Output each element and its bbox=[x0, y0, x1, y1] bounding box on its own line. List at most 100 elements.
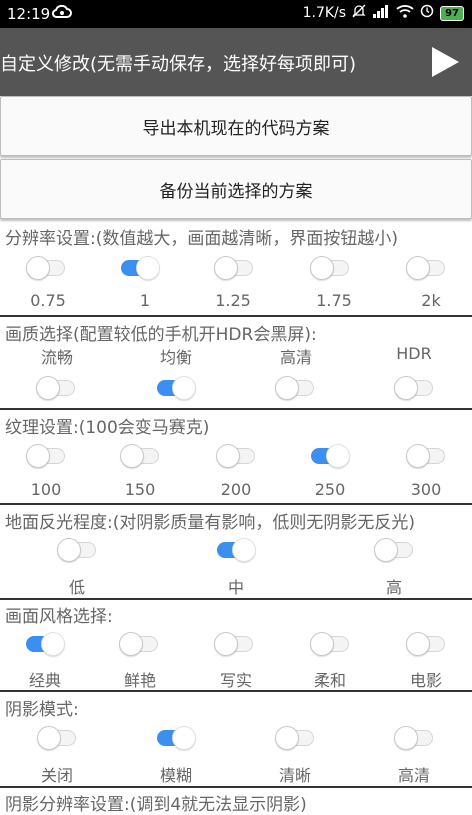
switch-knob bbox=[275, 726, 299, 750]
toggle-switch[interactable] bbox=[57, 538, 97, 562]
switch-knob bbox=[119, 632, 143, 656]
option-label: 100 bbox=[30, 480, 62, 499]
toggle-switch[interactable] bbox=[374, 538, 414, 562]
toggle-switch[interactable] bbox=[156, 726, 196, 750]
option-label: 300 bbox=[410, 480, 442, 499]
option-label: 鲜艳 bbox=[123, 671, 157, 690]
section-heading: 阴影模式: bbox=[5, 700, 79, 720]
status-bar: 12:19 1.7K/s 97 bbox=[0, 0, 472, 28]
section-divider bbox=[0, 503, 472, 505]
toggle-switch[interactable] bbox=[216, 444, 256, 468]
option-label: 200 bbox=[220, 480, 252, 499]
switch-knob bbox=[326, 444, 350, 468]
toggle-switch[interactable] bbox=[25, 632, 65, 656]
section-divider bbox=[0, 315, 472, 317]
battery-indicator: 97 bbox=[440, 5, 464, 21]
switch-knob bbox=[172, 376, 196, 400]
option-label: 中 bbox=[227, 578, 245, 597]
switch-knob bbox=[120, 444, 144, 468]
switch-knob bbox=[37, 726, 61, 750]
option-label: 低 bbox=[68, 578, 86, 597]
section-divider bbox=[0, 786, 472, 788]
section-divider bbox=[0, 598, 472, 600]
section-heading: 阴影分辨率设置:(调到4就无法显示阴影) bbox=[5, 795, 307, 815]
section-heading: 分辨率设置:(数值越大，画面越清晰，界面按钮越小) bbox=[5, 229, 398, 249]
toggle-switch[interactable] bbox=[310, 256, 350, 280]
cloud-icon bbox=[52, 4, 72, 24]
toggle-switch[interactable] bbox=[275, 376, 315, 400]
switch-knob bbox=[26, 256, 50, 280]
switch-knob bbox=[57, 538, 81, 562]
option-label: 流畅 bbox=[40, 348, 74, 367]
toggle-switch[interactable] bbox=[310, 632, 350, 656]
option-label: 柔和 bbox=[313, 671, 347, 690]
option-label: 经典 bbox=[28, 671, 62, 690]
section-divider bbox=[0, 690, 472, 692]
switch-knob bbox=[406, 632, 430, 656]
toggle-switch[interactable] bbox=[394, 726, 434, 750]
switch-knob bbox=[26, 444, 50, 468]
switch-knob bbox=[406, 444, 430, 468]
backup-plan-button[interactable]: 备份当前选择的方案 bbox=[0, 159, 472, 219]
switch-knob bbox=[275, 376, 299, 400]
option-label: 电影 bbox=[409, 671, 443, 690]
title-bar: 自定义修改(无需手动保存，选择好每项即可) bbox=[0, 28, 472, 96]
toggle-switch[interactable] bbox=[214, 256, 254, 280]
option-label: 关闭 bbox=[40, 766, 74, 785]
wifi-icon bbox=[396, 4, 414, 22]
option-label: 2k bbox=[421, 291, 441, 310]
toggle-switch[interactable] bbox=[310, 444, 350, 468]
toggle-switch[interactable] bbox=[216, 538, 256, 562]
toggle-switch[interactable] bbox=[275, 726, 315, 750]
switch-knob bbox=[394, 376, 418, 400]
switch-knob bbox=[406, 256, 430, 280]
toggle-switch[interactable] bbox=[394, 376, 434, 400]
toggle-switch[interactable] bbox=[214, 632, 254, 656]
option-label: 250 bbox=[314, 480, 346, 499]
switch-knob bbox=[374, 538, 398, 562]
toggle-switch[interactable] bbox=[406, 632, 446, 656]
switch-knob bbox=[394, 726, 418, 750]
option-label: 清晰 bbox=[278, 766, 312, 785]
toggle-switch[interactable] bbox=[37, 726, 77, 750]
play-icon[interactable] bbox=[428, 45, 462, 79]
switch-knob bbox=[172, 726, 196, 750]
mute-icon bbox=[352, 4, 366, 22]
option-label: 0.75 bbox=[30, 291, 66, 310]
network-speed: 1.7K/s bbox=[302, 5, 347, 21]
toggle-switch[interactable] bbox=[406, 444, 446, 468]
toggle-switch[interactable] bbox=[120, 444, 160, 468]
switch-knob bbox=[136, 256, 160, 280]
toggle-switch[interactable] bbox=[156, 376, 196, 400]
signal-icon bbox=[372, 4, 390, 22]
switch-knob bbox=[216, 444, 240, 468]
export-code-button[interactable]: 导出本机现在的代码方案 bbox=[0, 96, 472, 156]
option-label: 均衡 bbox=[159, 348, 193, 367]
status-time: 12:19 bbox=[7, 5, 51, 23]
alarm-icon bbox=[420, 4, 434, 22]
option-label: 150 bbox=[124, 480, 156, 499]
section-heading: 画质选择(配置较低的手机开HDR会黑屏): bbox=[5, 325, 317, 345]
option-label: 1 bbox=[139, 291, 151, 310]
toggle-switch[interactable] bbox=[120, 256, 160, 280]
section-heading: 地面反光程度:(对阴影质量有影响，低则无阴影无反光) bbox=[5, 513, 415, 533]
switch-knob bbox=[232, 538, 256, 562]
switch-knob bbox=[41, 632, 65, 656]
switch-knob bbox=[310, 632, 334, 656]
option-label: 高 bbox=[385, 578, 403, 597]
switch-knob bbox=[214, 256, 238, 280]
toggle-switch[interactable] bbox=[406, 256, 446, 280]
option-label: 1.75 bbox=[316, 291, 352, 310]
option-label: 高清 bbox=[397, 766, 431, 785]
switch-knob bbox=[214, 632, 238, 656]
toggle-switch[interactable] bbox=[26, 444, 66, 468]
toggle-switch[interactable] bbox=[26, 256, 66, 280]
toggle-switch[interactable] bbox=[36, 376, 76, 400]
section-heading: 画面风格选择: bbox=[5, 607, 113, 627]
option-label: 1.25 bbox=[215, 291, 251, 310]
toggle-switch[interactable] bbox=[119, 632, 159, 656]
option-label: HDR bbox=[396, 344, 432, 363]
switch-knob bbox=[310, 256, 334, 280]
option-label: 写实 bbox=[219, 671, 253, 690]
page-title: 自定义修改(无需手动保存，选择好每项即可) bbox=[0, 54, 357, 75]
